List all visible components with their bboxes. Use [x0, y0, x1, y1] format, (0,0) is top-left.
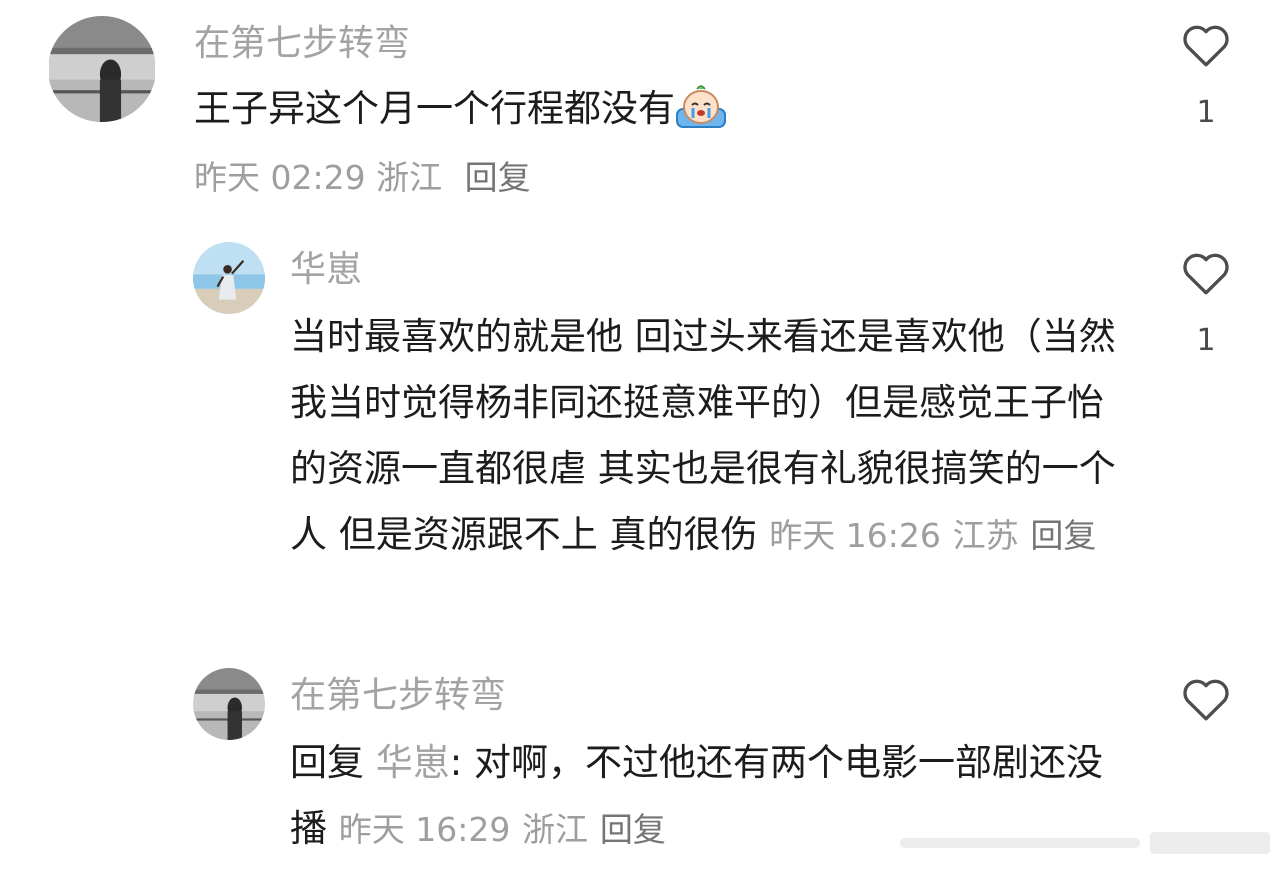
avatar-photo — [193, 242, 265, 314]
comment-text: 王子异这个月一个行程都没有 — [194, 76, 1094, 142]
like-button[interactable]: 1 — [1176, 250, 1236, 358]
like-count: 1 — [1196, 95, 1216, 130]
avatar[interactable] — [193, 668, 265, 740]
reply-button[interactable]: 回复 — [1030, 516, 1096, 555]
heart-outline-icon — [1183, 253, 1229, 295]
avatar-photo — [193, 668, 265, 740]
like-count: 1 — [1196, 323, 1216, 358]
author-name[interactable]: 华崽 — [290, 248, 362, 292]
comment-date: 昨天 16:29 — [338, 810, 511, 849]
avatar[interactable] — [48, 16, 156, 122]
heart-outline-icon — [1183, 25, 1229, 67]
reply-button[interactable]: 回复 — [465, 158, 531, 197]
author-name[interactable]: 在第七步转弯 — [290, 674, 506, 718]
avatar-photo — [49, 16, 155, 122]
comment-body: 王子异这个月一个行程都没有 — [194, 87, 675, 130]
crying-bun-emoji — [676, 85, 726, 128]
like-button[interactable]: 1 — [1176, 22, 1236, 130]
comment-location: 浙江 — [376, 158, 443, 197]
watermark — [900, 832, 1270, 854]
reply-prefix: 回复 — [290, 741, 364, 784]
comment-date: 昨天 16:26 — [769, 516, 941, 555]
reply-button[interactable]: 回复 — [600, 810, 666, 849]
reply-target-name[interactable]: 华崽 — [376, 741, 450, 784]
heart-outline-icon — [1183, 679, 1229, 721]
comment-text: 当时最喜欢的就是他 回过头来看还是喜欢他（当然我当时觉得杨非同还挺意难平的）但是… — [290, 304, 1118, 569]
comment-location: 浙江 — [522, 810, 589, 849]
avatar[interactable] — [193, 242, 265, 314]
author-name[interactable]: 在第七步转弯 — [194, 22, 410, 66]
comment-location: 江苏 — [952, 516, 1019, 555]
comment-date: 昨天 02:29 — [194, 158, 366, 197]
comment-meta: 昨天 02:29 浙江 回复 — [194, 156, 531, 200]
like-button[interactable] — [1176, 676, 1236, 722]
